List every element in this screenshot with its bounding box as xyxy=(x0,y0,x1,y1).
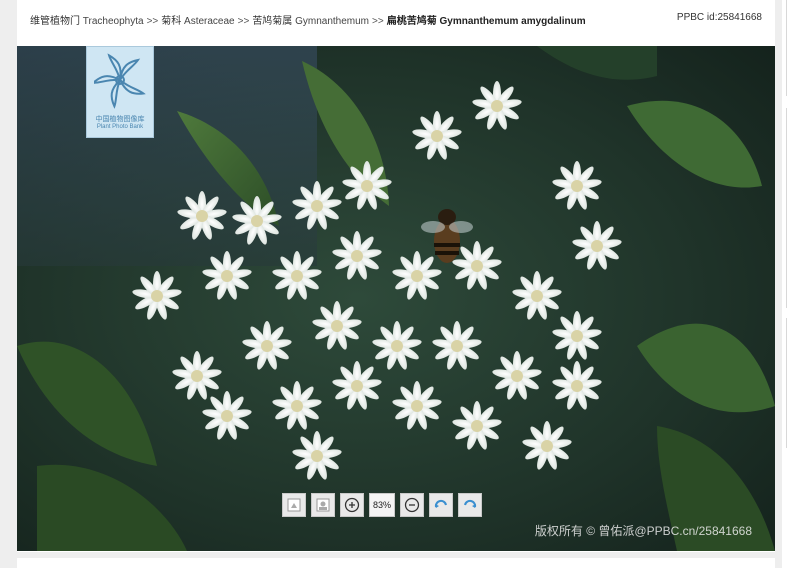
breadcrumb-separator: >> xyxy=(146,16,159,27)
rotate-left-icon xyxy=(434,499,447,508)
bottom-panel-edge xyxy=(17,558,775,568)
previous-image-icon xyxy=(287,498,301,512)
plant-photo-bank-logo[interactable]: 中国植物图像库 Plant Photo Bank xyxy=(86,46,154,138)
image-toolbar: 83% xyxy=(282,493,482,517)
previous-image-button[interactable] xyxy=(282,493,306,517)
rotate-right-icon xyxy=(464,499,477,508)
ppbc-id-label: PPBC id:25841668 xyxy=(676,12,762,23)
logo-text-cn: 中国植物图像库 xyxy=(95,116,145,123)
next-image-icon xyxy=(316,498,330,512)
breadcrumb-separator: >> xyxy=(372,16,384,27)
breadcrumb-phylum[interactable]: 维管植物门 Tracheophyta xyxy=(30,16,144,27)
copyright-watermark: 版权所有 © 曾佑派@PPBC.cn/25841668 xyxy=(534,524,752,538)
rotate-left-button[interactable] xyxy=(429,493,453,517)
zoom-in-button[interactable] xyxy=(340,493,364,517)
zoom-out-icon xyxy=(404,497,420,513)
rotate-right-button[interactable] xyxy=(458,493,482,517)
breadcrumb-separator: >> xyxy=(237,16,250,27)
zoom-in-icon xyxy=(344,497,360,513)
pinwheel-logo-icon xyxy=(94,53,146,109)
breadcrumb-genus[interactable]: 苦鸠菊属 Gymnanthemum xyxy=(252,16,369,27)
breadcrumb-family[interactable]: 菊科 Asteraceae xyxy=(161,16,234,27)
zoom-out-button[interactable] xyxy=(400,493,424,517)
breadcrumb: 维管植物门 Tracheophyta >> 菊科 Asteraceae >> 苦鸠菊属 … xyxy=(30,12,586,27)
logo-text-en: Plant Photo Bank xyxy=(96,124,144,130)
zoom-level: 83% xyxy=(369,493,395,517)
next-image-button[interactable] xyxy=(311,493,335,517)
breadcrumb-species: 扁桃苦鸠菊 Gymnanthemum amygdalinum xyxy=(386,16,586,27)
right-panel-edge xyxy=(782,0,794,568)
